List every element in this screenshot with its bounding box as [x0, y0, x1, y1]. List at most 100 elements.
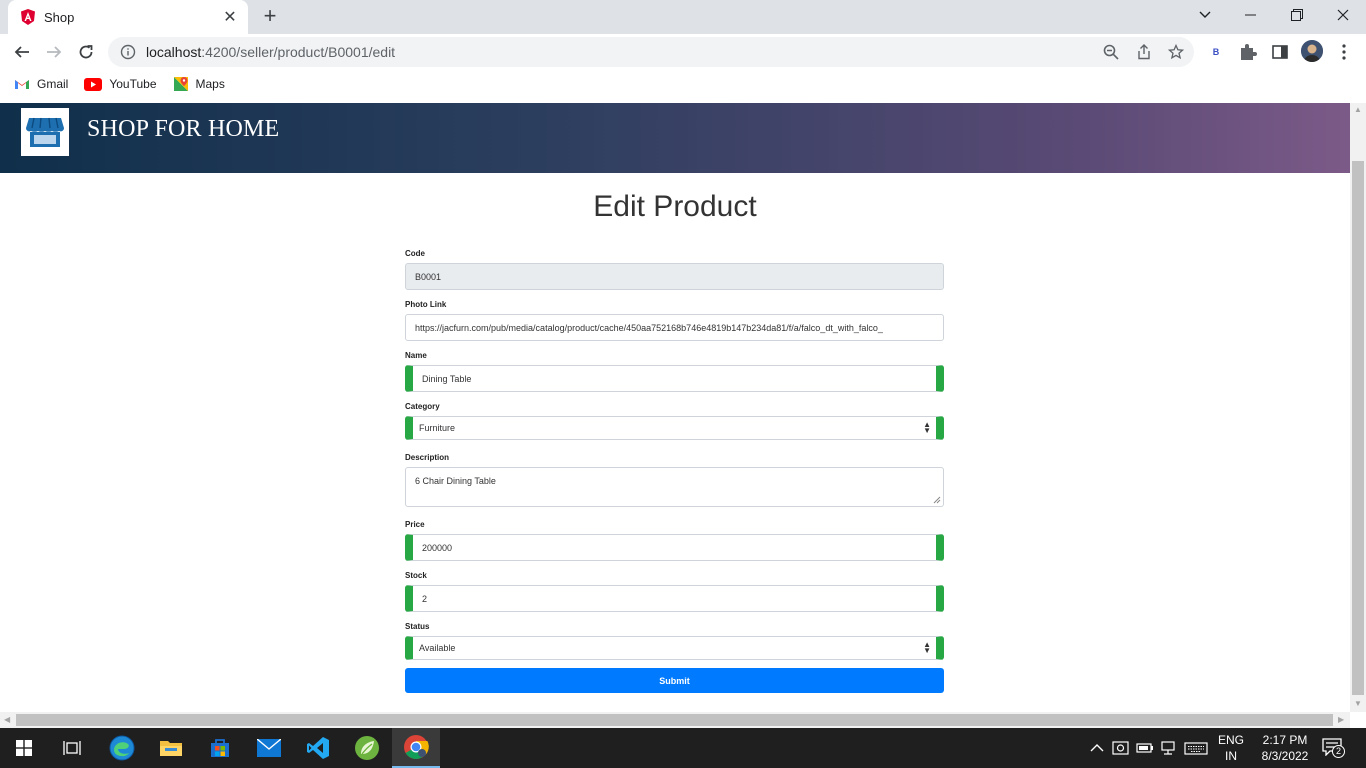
vertical-scroll-thumb[interactable]	[1352, 161, 1364, 695]
scroll-left-icon[interactable]: ◀	[4, 715, 10, 724]
site-info-icon	[120, 44, 136, 60]
windows-logo-icon	[16, 740, 32, 756]
menu-kebab-icon[interactable]	[1334, 42, 1354, 62]
start-button[interactable]	[0, 728, 48, 768]
windows-taskbar: ENG IN 2:17 PM 8/3/2022 2	[0, 728, 1366, 768]
code-field[interactable]: B0001	[405, 263, 944, 290]
bookmark-star-icon[interactable]	[1168, 44, 1184, 60]
gmail-icon	[15, 80, 29, 89]
tab-search-icon[interactable]	[1182, 0, 1228, 30]
mail-icon	[257, 739, 281, 757]
back-arrow-icon	[14, 46, 29, 58]
profile-avatar[interactable]	[1301, 40, 1323, 62]
stock-label: Stock	[405, 571, 427, 580]
url-text: localhost:4200/seller/product/B0001/edit	[146, 44, 396, 60]
edit-product-form: Code B0001 Photo Link https://jacfurn.co…	[405, 249, 944, 693]
folder-icon	[160, 741, 182, 756]
status-select[interactable]: Available ▲ ▼	[405, 636, 944, 660]
stock-field[interactable]: 2	[405, 585, 944, 612]
tray-meet-now-icon[interactable]	[1112, 740, 1130, 756]
page-viewport: SHOP FOR HOME Edit Product Code B0001 Ph…	[0, 103, 1350, 712]
vscode-icon	[307, 737, 329, 759]
youtube-icon	[84, 77, 103, 91]
back-button[interactable]	[8, 38, 36, 66]
side-panel-icon[interactable]	[1270, 42, 1290, 62]
edge-icon	[109, 735, 135, 761]
description-label: Description	[405, 453, 450, 462]
shop-logo[interactable]	[21, 108, 69, 156]
angular-icon	[21, 9, 35, 25]
bookmark-maps[interactable]: Maps	[173, 76, 225, 92]
taskbar-mail[interactable]	[245, 728, 293, 768]
taskbar-file-explorer[interactable]	[147, 728, 195, 768]
forward-arrow-icon	[47, 46, 62, 58]
taskbar-store[interactable]	[196, 728, 244, 768]
notification-badge: 2	[1332, 745, 1345, 758]
task-view-button[interactable]	[48, 728, 96, 768]
scroll-down-icon[interactable]: ▼	[1354, 699, 1362, 708]
description-field[interactable]: 6 Chair Dining Table	[405, 467, 944, 507]
taskbar-spring[interactable]	[343, 728, 391, 768]
select-arrows-icon: ▲ ▼	[923, 420, 931, 435]
reload-icon	[79, 45, 93, 59]
stock-value: 2	[422, 593, 428, 604]
name-label: Name	[405, 351, 427, 360]
category-label: Category	[405, 402, 440, 411]
photo-link-value: https://jacfurn.com/pub/media/catalog/pr…	[415, 322, 883, 333]
category-select[interactable]: Furniture ▲ ▼	[405, 416, 944, 440]
task-view-icon	[63, 741, 81, 755]
tray-battery-icon[interactable]	[1136, 740, 1154, 756]
storefront-icon	[26, 117, 64, 147]
tab-title: Shop	[44, 9, 75, 25]
taskbar-edge[interactable]	[98, 728, 146, 768]
taskbar-vscode[interactable]	[294, 728, 342, 768]
zoom-icon[interactable]	[1103, 44, 1119, 60]
minimize-button[interactable]	[1228, 0, 1274, 30]
browser-toolbar: localhost:4200/seller/product/B0001/edit…	[0, 34, 1366, 70]
bookmark-gmail[interactable]: Gmail	[14, 77, 68, 91]
page-title: Edit Product	[593, 190, 757, 223]
price-field[interactable]: 200000	[405, 534, 944, 561]
new-tab-button[interactable]: +	[258, 5, 282, 29]
tray-chevron-up-icon[interactable]	[1088, 740, 1106, 756]
clock[interactable]: 2:17 PM 8/3/2022	[1254, 732, 1316, 764]
category-value: Furniture	[419, 423, 456, 433]
status-label: Status	[405, 622, 430, 631]
spring-tool-icon	[355, 736, 379, 760]
taskbar-chrome[interactable]	[392, 728, 440, 768]
vertical-scrollbar[interactable]: ▲ ▼	[1350, 103, 1366, 712]
code-value: B0001	[415, 271, 442, 282]
name-field[interactable]: Dining Table	[405, 365, 944, 392]
tab-strip: Shop ✕ +	[0, 0, 1366, 34]
notification-center[interactable]: 2	[1322, 738, 1346, 758]
photo-link-field[interactable]: https://jacfurn.com/pub/media/catalog/pr…	[405, 314, 944, 341]
horizontal-scroll-thumb[interactable]	[16, 714, 1333, 726]
bookmarks-bar: Gmail YouTube Maps	[0, 70, 1366, 98]
maps-icon	[173, 77, 188, 91]
resize-handle-icon[interactable]	[933, 496, 941, 504]
tab-close-icon[interactable]: ✕	[222, 7, 238, 27]
browser-tab[interactable]: Shop ✕	[8, 0, 248, 34]
share-icon[interactable]	[1136, 44, 1152, 60]
tray-network-icon[interactable]	[1160, 740, 1178, 756]
reload-button[interactable]	[72, 38, 100, 66]
extensions-puzzle-icon[interactable]	[1238, 42, 1258, 62]
extension-b-icon[interactable]: B	[1206, 42, 1226, 62]
scroll-right-icon[interactable]: ▶	[1338, 715, 1344, 724]
name-value: Dining Table	[422, 373, 472, 384]
submit-button[interactable]: Submit	[405, 668, 944, 693]
scroll-up-icon[interactable]: ▲	[1354, 105, 1362, 114]
chrome-icon	[404, 735, 429, 760]
tray-keyboard-icon[interactable]	[1184, 740, 1208, 756]
forward-button[interactable]	[40, 38, 68, 66]
horizontal-scrollbar[interactable]: ◀ ▶	[0, 712, 1350, 728]
site-header: SHOP FOR HOME	[0, 103, 1350, 173]
input-language[interactable]: ENG IN	[1212, 732, 1250, 764]
address-bar[interactable]: localhost:4200/seller/product/B0001/edit	[108, 37, 1194, 67]
close-window-button[interactable]	[1320, 0, 1366, 30]
bookmark-youtube[interactable]: YouTube	[84, 77, 157, 91]
restore-button[interactable]	[1274, 0, 1320, 30]
brand-title[interactable]: SHOP FOR HOME	[87, 116, 279, 143]
photo-link-label: Photo Link	[405, 300, 447, 309]
status-value: Available	[419, 643, 456, 653]
